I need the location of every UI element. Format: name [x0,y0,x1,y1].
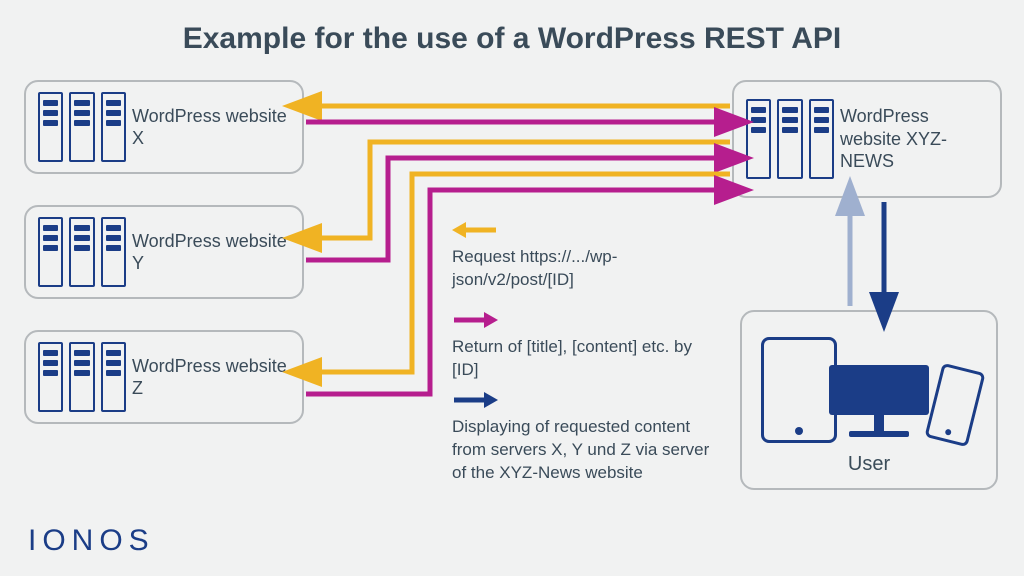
server-icon [38,342,126,412]
user-label: User [848,453,890,476]
server-news-label: WordPress website XYZ-NEWS [834,105,988,173]
server-x-label: WordPress website X [126,105,290,150]
user-box: User [740,310,998,490]
server-z-box: WordPress website Z [24,330,304,424]
legend-request-text: Request https://.../wp-json/v2/post/[ID] [452,246,722,292]
arrow-right-icon [452,308,498,332]
legend-return: Return of [title], [content] etc. by [ID… [452,308,722,382]
legend-display: Displaying of requested content from ser… [452,388,722,485]
devices-icon [759,333,979,443]
legend-request: Request https://.../wp-json/v2/post/[ID] [452,218,722,292]
arrow-left-icon [452,218,498,242]
brand-logo: IONOS [28,524,155,558]
server-x-box: WordPress website X [24,80,304,174]
server-icon [746,99,834,179]
server-icon [38,217,126,287]
legend-return-text: Return of [title], [content] etc. by [ID… [452,336,722,382]
server-y-box: WordPress website Y [24,205,304,299]
server-icon [38,92,126,162]
page-title: Example for the use of a WordPress REST … [0,22,1024,56]
server-z-label: WordPress website Z [126,355,290,400]
server-news-box: WordPress website XYZ-NEWS [732,80,1002,198]
server-y-label: WordPress website Y [126,230,290,275]
legend-display-text: Displaying of requested content from ser… [452,416,722,485]
arrow-right-icon [452,388,498,412]
